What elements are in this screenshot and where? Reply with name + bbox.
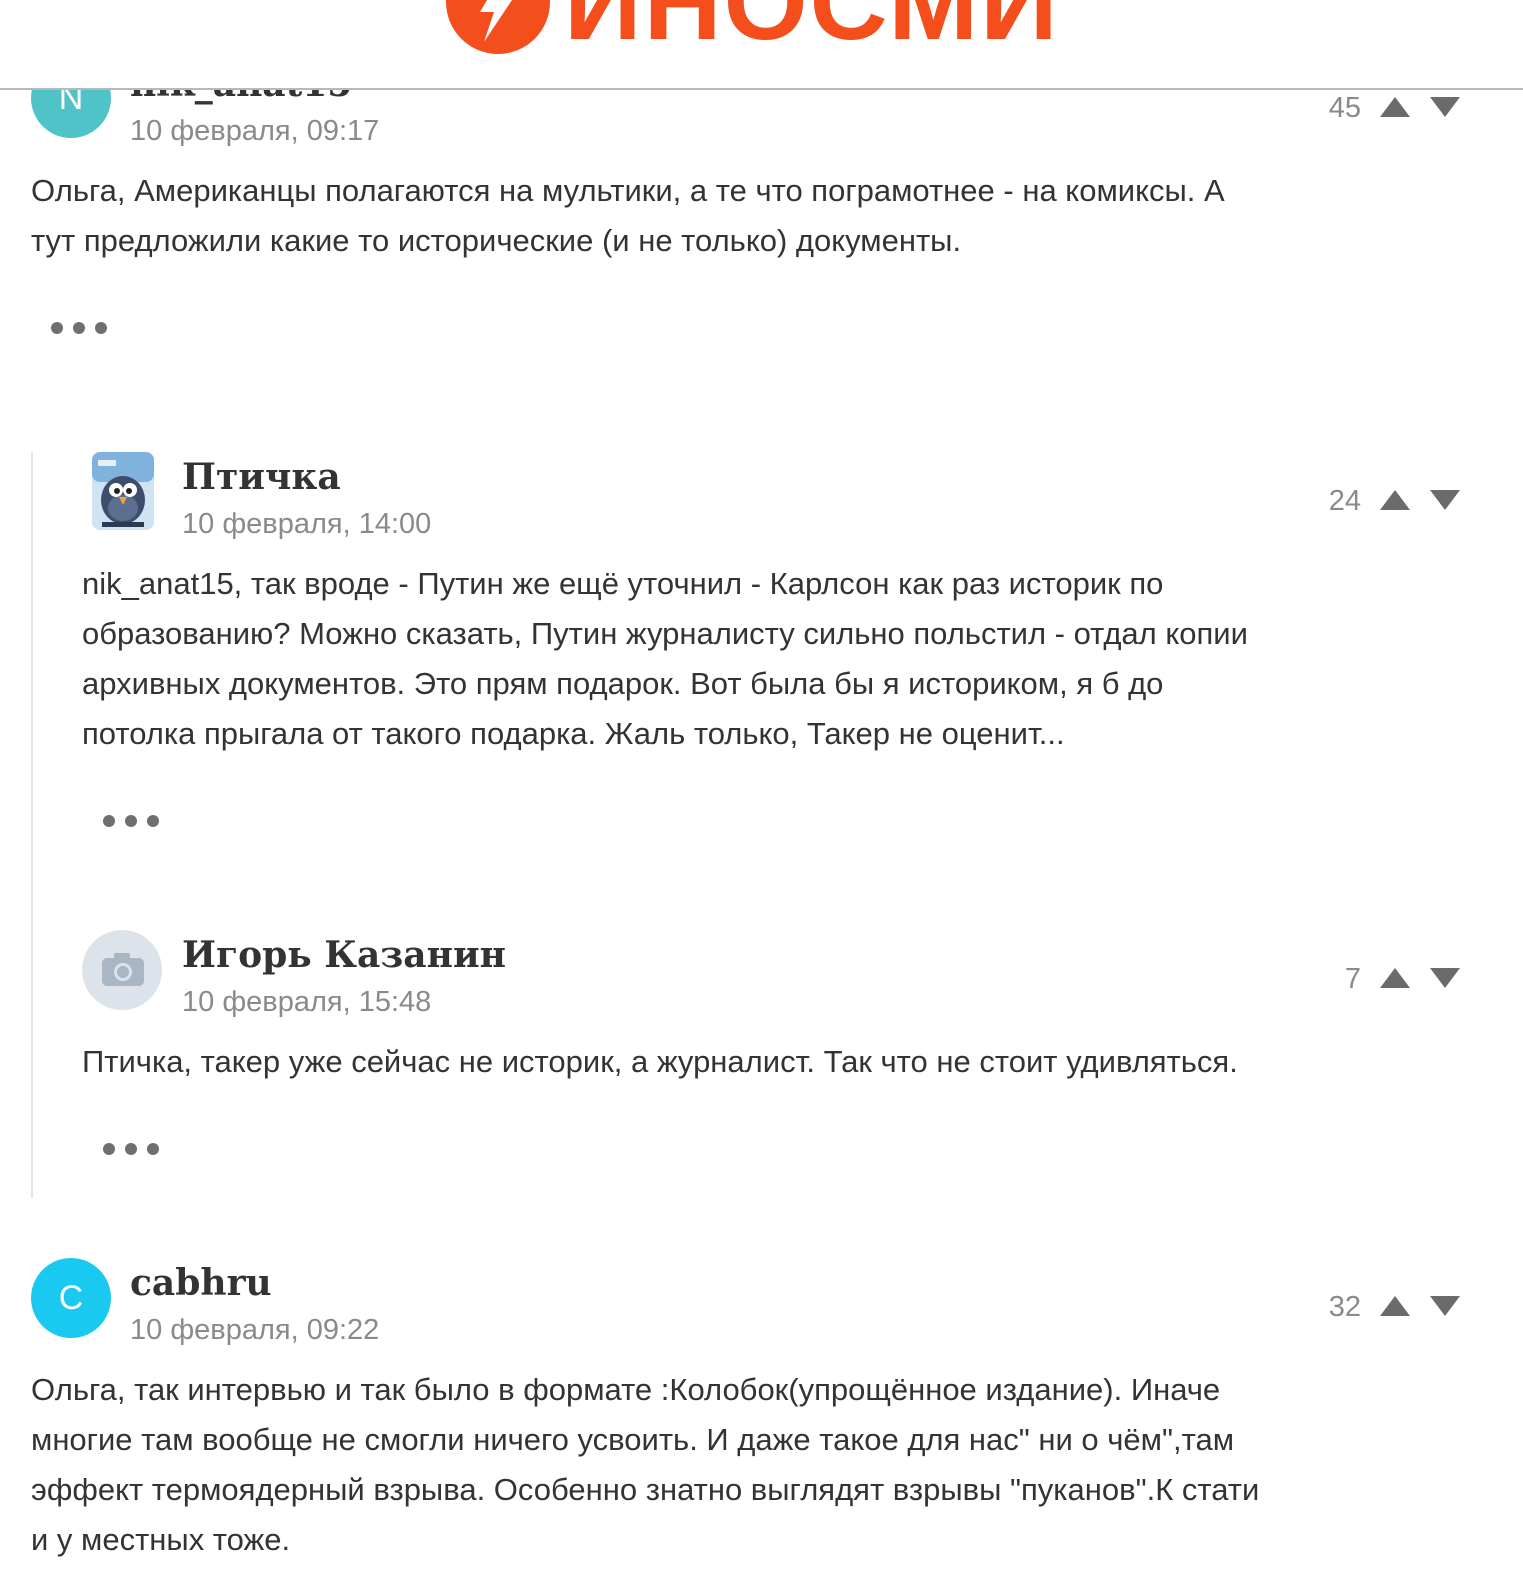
comment-cabhru: C cabhru 10 февраля, 09:22 32 Ольга, так… [0, 0, 1523, 1575]
upvote-arrow-icon[interactable] [1379, 1295, 1411, 1317]
avatar[interactable]: C [31, 1258, 111, 1338]
comment-text-line: Ольга, так интервью и так было в формате… [31, 1372, 1221, 1407]
comment-author[interactable]: cabhru [130, 1261, 272, 1305]
site-header: ИНОСМИ [0, 0, 1523, 90]
comment-text-line: многие там вообще не смогли ничего усвои… [31, 1422, 1235, 1457]
logo-mark-icon [446, 0, 550, 54]
comment-text-line: эффект термоядерный взрыва. Особенно зна… [31, 1472, 1260, 1507]
downvote-arrow-icon[interactable] [1429, 1295, 1461, 1317]
vote-count: 32 [1328, 1291, 1361, 1323]
vote-controls: 32 [1271, 1287, 1471, 1327]
logo-text: ИНОСМИ [564, 0, 1060, 62]
comments-feed: N nik_anat15 10 февраля, 09:17 45 Ольга,… [0, 0, 1523, 1575]
comment-text-line: и у местных тоже. [31, 1522, 291, 1557]
comment-date: 10 февраля, 09:22 [130, 1314, 380, 1346]
